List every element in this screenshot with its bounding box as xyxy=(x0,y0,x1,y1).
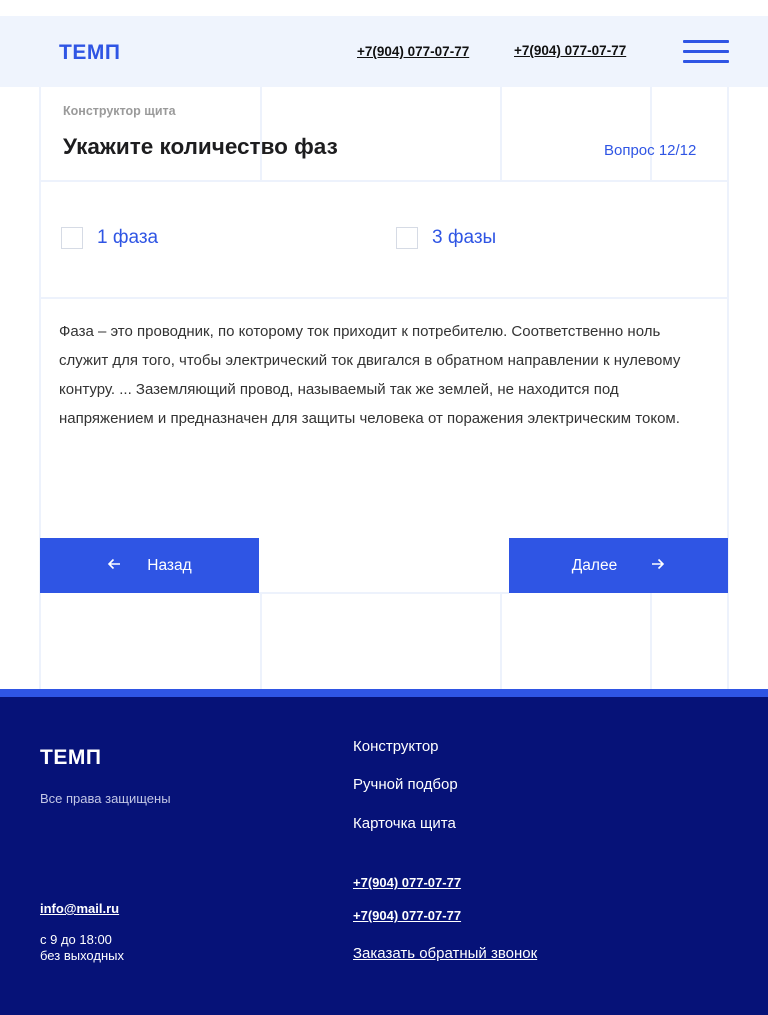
footer-rights: Все права защищены xyxy=(40,791,171,806)
header-phone-1[interactable]: +7(904) 077-07-77 xyxy=(357,44,469,59)
checkbox[interactable] xyxy=(396,227,418,249)
back-button-label: Назад xyxy=(147,556,192,574)
footer-link-constructor[interactable]: Конструктор xyxy=(353,738,439,755)
option-label: 3 фазы xyxy=(432,227,497,248)
footer-email[interactable]: info@mail.ru xyxy=(40,901,119,916)
footer-phone-2[interactable]: +7(904) 077-07-77 xyxy=(353,908,461,923)
footer-link-manual-selection[interactable]: Ручной подбор xyxy=(353,776,458,793)
footer-link-panel-card[interactable]: Карточка щита xyxy=(353,815,456,832)
footer-phone-1[interactable]: +7(904) 077-07-77 xyxy=(353,875,461,890)
footer: ТЕМП Все права защищены Конструктор Ручн… xyxy=(0,697,768,1015)
option-label: 1 фаза xyxy=(97,227,159,248)
grid-line xyxy=(39,297,729,299)
menu-icon[interactable] xyxy=(683,40,729,64)
next-button[interactable]: Далее xyxy=(509,538,728,593)
question-counter: Вопрос 12/12 xyxy=(604,142,697,159)
grid-line xyxy=(259,592,509,594)
grid-line xyxy=(39,180,729,182)
header-phone-2[interactable]: +7(904) 077-07-77 xyxy=(514,43,626,58)
logo[interactable]: ТЕМП xyxy=(59,41,120,65)
footer-logo[interactable]: ТЕМП xyxy=(40,746,101,770)
menu-icon-bar xyxy=(683,50,729,53)
arrow-left-icon xyxy=(107,557,121,575)
description-text: Фаза – это проводник, по которому ток пр… xyxy=(59,323,681,427)
footer-hours-line: без выходных xyxy=(40,948,124,963)
option-1-phase[interactable]: 1 фаза xyxy=(61,226,158,250)
checkbox[interactable] xyxy=(61,227,83,249)
footer-hours: с 9 до 18:00 без выходных xyxy=(40,932,124,964)
footer-accent-bar xyxy=(0,689,768,697)
menu-icon-bar xyxy=(683,60,729,63)
grid-line xyxy=(260,593,262,689)
breadcrumb[interactable]: Конструктор щита xyxy=(63,104,176,118)
grid-line xyxy=(650,593,652,689)
grid-line xyxy=(500,593,502,689)
back-button[interactable]: Назад xyxy=(40,538,259,593)
arrow-right-icon xyxy=(651,557,665,575)
next-button-label: Далее xyxy=(571,556,618,574)
page-title: Укажите количество фаз xyxy=(63,134,338,159)
grid-line xyxy=(727,87,729,689)
footer-hours-line: с 9 до 18:00 xyxy=(40,932,112,947)
callback-link[interactable]: Заказать обратный звонок xyxy=(353,945,537,962)
option-3-phases[interactable]: 3 фазы xyxy=(396,226,496,250)
menu-icon-bar xyxy=(683,40,729,43)
